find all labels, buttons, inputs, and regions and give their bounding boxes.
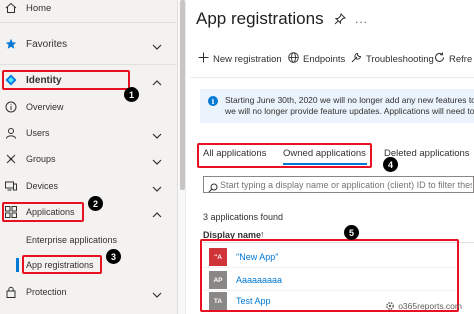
callout-badge-5: 5 xyxy=(344,225,359,240)
sidebar-item-favorites[interactable]: Favorites xyxy=(0,37,178,51)
new-registration-label: New registration xyxy=(213,53,282,65)
results-count: 3 applications found xyxy=(203,212,284,222)
page-title: App registrations xyxy=(196,9,324,28)
callout-box-app-registrations xyxy=(22,255,102,274)
sidebar-item-groups[interactable]: Groups xyxy=(0,152,178,166)
info-line-1: Starting June 30th, 2020 we will no long… xyxy=(225,95,474,105)
endpoints-label: Endpoints xyxy=(303,53,346,65)
sidebar-item-label: Overview xyxy=(26,102,64,112)
info-line-2: we will no longer provide feature update… xyxy=(225,106,474,116)
troubleshooting-label: Troubleshooting xyxy=(366,53,434,65)
sidebar-item-label: Enterprise applications xyxy=(26,235,118,245)
chevron-down-icon[interactable] xyxy=(152,287,162,298)
endpoints-button[interactable]: Endpoints xyxy=(288,50,345,68)
user-icon xyxy=(5,127,17,139)
devices-icon xyxy=(5,180,17,192)
star-icon xyxy=(5,38,17,50)
callout-badge-3: 3 xyxy=(106,249,121,264)
sidebar-item-label: Devices xyxy=(26,181,59,191)
sidebar-item-enterprise-applications[interactable]: Enterprise applications xyxy=(0,233,178,247)
sidebar-item-label: Groups xyxy=(26,154,56,164)
chevron-down-icon[interactable] xyxy=(152,154,162,165)
wrench-icon xyxy=(351,50,362,68)
command-bar: New registration Endpoints Troubleshooti… xyxy=(196,50,474,68)
home-icon xyxy=(5,2,17,14)
info-icon: i xyxy=(208,96,218,106)
divider xyxy=(0,64,178,65)
chevron-down-icon[interactable] xyxy=(152,181,162,192)
sidebar-item-label: Home xyxy=(26,2,52,14)
callout-box-tabs xyxy=(197,143,372,168)
more-options-button[interactable]: ... xyxy=(355,12,368,26)
sort-ascending-icon[interactable]: ↑ xyxy=(260,229,265,239)
groups-icon xyxy=(5,153,17,165)
callout-box-applications xyxy=(2,202,84,222)
sidebar-scrollbar-thumb[interactable] xyxy=(180,0,185,190)
callout-badge-4: 4 xyxy=(383,157,398,172)
search-icon xyxy=(208,180,218,193)
refresh-label: Refre xyxy=(449,53,473,65)
divider xyxy=(0,22,178,23)
filter-search-box[interactable] xyxy=(203,176,474,193)
divider xyxy=(190,77,474,78)
troubleshooting-button[interactable]: Troubleshooting xyxy=(351,50,434,68)
tab-deleted-applications[interactable]: Deleted applications xyxy=(384,148,470,159)
info-banner-text: Starting June 30th, 2020 we will no long… xyxy=(225,95,474,117)
sidebar-item-devices[interactable]: Devices xyxy=(0,179,178,193)
info-banner: i Starting June 30th, 2020 we will no lo… xyxy=(200,89,474,123)
sidebar-item-label: Protection xyxy=(26,287,67,297)
chevron-down-icon[interactable] xyxy=(152,128,162,139)
sidebar-item-overview[interactable]: Overview xyxy=(0,100,178,114)
chevron-up-icon[interactable] xyxy=(152,207,162,218)
plus-icon xyxy=(198,50,209,68)
watermark-text: o365reports.com xyxy=(398,301,462,311)
watermark: o365reports.com xyxy=(385,301,462,311)
refresh-button[interactable]: Refre xyxy=(434,50,472,68)
new-registration-button[interactable]: New registration xyxy=(198,50,282,68)
sidebar-item-label: Users xyxy=(26,128,50,138)
lock-icon xyxy=(5,286,17,298)
sidebar-item-label: Favorites xyxy=(26,38,68,50)
pin-icon[interactable] xyxy=(334,12,346,25)
chevron-up-icon[interactable] xyxy=(152,75,162,86)
sidebar-item-users[interactable]: Users xyxy=(0,126,178,140)
callout-box-identity xyxy=(2,70,130,90)
sidebar-item-home[interactable]: Home xyxy=(0,1,178,15)
gear-icon xyxy=(385,301,395,311)
search-input[interactable] xyxy=(220,178,472,191)
globe-icon xyxy=(288,50,299,68)
callout-badge-2: 2 xyxy=(88,196,103,211)
info-circle-icon xyxy=(5,101,17,113)
refresh-icon xyxy=(434,50,445,68)
chevron-down-icon[interactable] xyxy=(152,39,162,50)
sidebar-item-protection[interactable]: Protection xyxy=(0,285,178,299)
